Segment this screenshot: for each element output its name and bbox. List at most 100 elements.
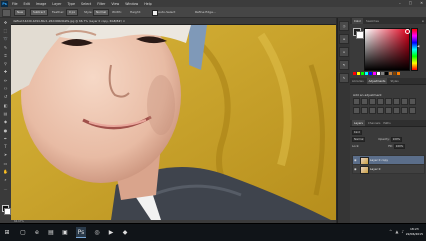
panel-background-swatch[interactable] [356, 31, 364, 39]
gradient-tool-icon[interactable]: ▤ [1, 109, 10, 117]
paragraph-panel-icon[interactable]: ¶ [339, 60, 349, 70]
blur-tool-icon[interactable]: ◆ [1, 118, 10, 126]
menu-type[interactable]: Type [67, 2, 75, 6]
tray-arrow-icon[interactable]: ^ [389, 229, 392, 234]
hand-tool-icon[interactable]: ✋ [1, 167, 10, 175]
fill-input[interactable]: 100% [393, 144, 406, 149]
brightness-adjust-icon[interactable] [353, 98, 360, 105]
maximize-button[interactable]: □ [409, 1, 412, 5]
properties-panel-icon[interactable]: ≡ [339, 34, 349, 44]
color-picker-field[interactable] [364, 28, 410, 71]
exposure-adjust-icon[interactable] [377, 98, 384, 105]
document-tab[interactable]: defbe1f-4dd9-4d94-8bc1-26dd90b9b2fe.jpg … [11, 18, 336, 25]
color-swatch[interactable] [373, 72, 376, 75]
edge-icon[interactable]: e [32, 227, 42, 237]
healing-brush-tool-icon[interactable]: ✚ [1, 68, 10, 76]
taskbar-clock[interactable]: 18:23 22/06/2015 [406, 227, 423, 236]
menu-select[interactable]: Select [81, 2, 91, 6]
hue-slider-arrow-icon[interactable]: ◀ [417, 44, 419, 48]
photo-filter-adjust-icon[interactable] [353, 107, 360, 114]
store-icon[interactable]: ▣ [60, 227, 70, 237]
menu-layer[interactable]: Layer [52, 2, 61, 6]
lasso-tool-icon[interactable]: ➰ [1, 35, 10, 43]
new-selection-button[interactable]: New [14, 9, 27, 16]
quick-select-tool-icon[interactable]: ✎ [1, 43, 10, 51]
move-tool-icon[interactable]: ✥ [1, 18, 10, 26]
eyedropper-tool-icon[interactable]: ⚲ [1, 59, 10, 67]
history-brush-tool-icon[interactable]: ↺ [1, 93, 10, 101]
selective-color-adjust-icon[interactable] [409, 107, 416, 114]
color-swatch[interactable] [369, 72, 372, 75]
gradient-map-adjust-icon[interactable] [401, 107, 408, 114]
color-swatch[interactable] [389, 72, 392, 75]
shape-tool-icon[interactable]: ▭ [1, 159, 10, 167]
network-icon[interactable]: ▲ [395, 229, 398, 234]
layer-row-layer-0[interactable]: ◉ Layer 0 [352, 164, 425, 174]
posterize-adjust-icon[interactable] [385, 107, 392, 114]
vibrance-adjust-icon[interactable] [385, 98, 392, 105]
explorer-icon[interactable]: ▤ [46, 227, 56, 237]
color-lookup-adjust-icon[interactable] [369, 107, 376, 114]
menu-window[interactable]: Window [125, 2, 138, 6]
document-canvas[interactable] [11, 25, 336, 220]
photoshop-icon[interactable]: Ps [76, 227, 86, 238]
pen-tool-icon[interactable]: ✒ [1, 134, 10, 142]
visibility-eye-icon[interactable]: ◉ [354, 158, 357, 162]
volume-icon[interactable]: ♪ [401, 229, 404, 234]
color-swatch[interactable] [393, 72, 396, 75]
bw-adjust-icon[interactable] [409, 98, 416, 105]
hue-slider[interactable] [411, 28, 418, 71]
color-picker-cursor[interactable] [405, 29, 410, 34]
menu-file[interactable]: File [12, 2, 18, 6]
menu-help[interactable]: Help [144, 2, 152, 6]
menu-edit[interactable]: Edit [24, 2, 30, 6]
more-tools-icon[interactable]: … [1, 184, 10, 192]
color-swatch[interactable] [377, 72, 380, 75]
minimize-button[interactable]: – [399, 1, 401, 5]
brush-tool-icon[interactable]: ✏ [1, 76, 10, 84]
eraser-tool-icon[interactable]: ◧ [1, 101, 10, 109]
style-select[interactable]: Normal [93, 9, 110, 16]
type-tool-icon[interactable]: T [1, 142, 10, 150]
path-select-tool-icon[interactable]: ➤ [1, 151, 10, 159]
threshold-adjust-icon[interactable] [393, 107, 400, 114]
color-swatch[interactable] [365, 72, 368, 75]
character-panel-icon[interactable]: A [339, 47, 349, 57]
feather-input[interactable]: 0 px [66, 9, 79, 16]
windows-start-icon[interactable]: ⊞ [2, 227, 12, 237]
crop-tool-icon[interactable]: ⌗ [1, 51, 10, 59]
color-swatch[interactable] [357, 72, 360, 75]
color-balance-adjust-icon[interactable] [401, 98, 408, 105]
color-swatch[interactable] [397, 72, 400, 75]
color-swatch[interactable] [385, 72, 388, 75]
background-color-swatch[interactable] [4, 208, 11, 215]
opacity-input[interactable]: 100% [390, 137, 403, 142]
brush-panel-icon[interactable]: ✎ [339, 73, 349, 83]
zoom-tool-icon[interactable]: ⌕ [1, 176, 10, 184]
color-swatch[interactable] [381, 72, 384, 75]
channel-mixer-adjust-icon[interactable] [361, 107, 368, 114]
invert-adjust-icon[interactable] [377, 107, 384, 114]
misc-icon[interactable]: ◆ [120, 227, 130, 237]
chrome-icon[interactable]: ◎ [92, 227, 102, 237]
color-swatch[interactable] [361, 72, 364, 75]
tool-preset-picker[interactable] [2, 9, 11, 17]
menu-filter[interactable]: Filter [97, 2, 105, 6]
marquee-tool-icon[interactable]: ⬚ [1, 26, 10, 34]
close-button[interactable]: ✕ [420, 1, 423, 5]
levels-adjust-icon[interactable] [361, 98, 368, 105]
visibility-eye-icon[interactable]: ◉ [354, 167, 357, 171]
color-swatch[interactable] [353, 72, 356, 75]
task-view-icon[interactable]: ▢ [18, 227, 28, 237]
blend-mode-select[interactable]: Normal [352, 137, 366, 142]
menu-image[interactable]: Image [36, 2, 46, 6]
refine-edge-button[interactable]: Refine Edge... [195, 10, 216, 14]
subtract-selection-button[interactable]: Subtract [30, 9, 48, 16]
curves-adjust-icon[interactable] [369, 98, 376, 105]
media-icon[interactable]: ▶ [106, 227, 116, 237]
history-panel-icon[interactable]: ◷ [339, 21, 349, 31]
menu-view[interactable]: View [111, 2, 119, 6]
dodge-tool-icon[interactable]: ● [1, 126, 10, 134]
hue-sat-adjust-icon[interactable] [393, 98, 400, 105]
kind-filter-select[interactable]: Kind [352, 130, 362, 135]
